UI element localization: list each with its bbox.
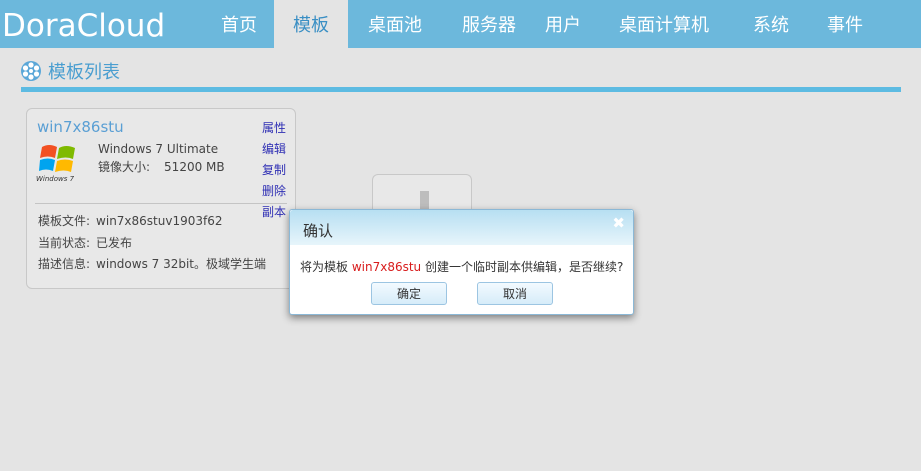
dialog-message-prefix: 将为模板 (300, 260, 352, 274)
template-card: win7x86stu Windows 7 Windows 7 Ultimate … (26, 108, 296, 289)
page-title: 模板列表 (48, 62, 120, 83)
copy-link[interactable]: 复制 (262, 162, 292, 183)
os-name: Windows 7 Ultimate (98, 142, 219, 156)
nav-item-home[interactable]: 首页 (204, 0, 274, 48)
dialog-header: 确认 ✖ (290, 210, 633, 245)
status-value: 已发布 (96, 236, 133, 250)
dialog-message-suffix: 创建一个临时副本供编辑，是否继续? (421, 260, 624, 274)
edit-link[interactable]: 编辑 (262, 141, 292, 162)
properties-link[interactable]: 属性 (262, 120, 292, 141)
template-file-value: win7x86stuv1903f62 (96, 214, 223, 228)
close-icon[interactable]: ✖ (612, 214, 625, 232)
top-nav-bar: DoraCloud 首页 模板 桌面池 服务器 用户 桌面计算机 系统 事件 (0, 0, 921, 48)
description-row: 描述信息: windows 7 32bit。极域学生端 (38, 255, 266, 272)
nav-item-system[interactable]: 系统 (738, 0, 804, 48)
image-size-label: 镜像大小: (98, 160, 151, 174)
image-size: 镜像大小: 51200 MB (98, 158, 225, 175)
dialog-template-name: win7x86stu (351, 260, 422, 274)
ok-button[interactable]: 确定 (371, 282, 447, 305)
template-file-label: 模板文件: (38, 214, 91, 228)
nav-item-desktop-pool[interactable]: 桌面池 (348, 0, 442, 48)
cancel-button[interactable]: 取消 (477, 282, 553, 305)
section-header: 模板列表 (20, 58, 120, 84)
nav-item-desktop-computers[interactable]: 桌面计算机 (590, 0, 738, 48)
description-value: windows 7 32bit。极域学生端 (96, 257, 267, 271)
description-label: 描述信息: (38, 257, 91, 271)
nav-item-servers[interactable]: 服务器 (442, 0, 536, 48)
dialog-message: 将为模板 win7x86stu 创建一个临时副本供编辑，是否继续? (300, 258, 623, 275)
image-size-value: 51200 MB (164, 160, 225, 174)
delete-link[interactable]: 删除 (262, 183, 292, 204)
template-name[interactable]: win7x86stu (37, 118, 124, 136)
dialog-title: 确认 (303, 222, 334, 240)
nav-item-events[interactable]: 事件 (804, 0, 886, 48)
template-file-row: 模板文件: win7x86stuv1903f62 (38, 212, 223, 229)
film-reel-icon (21, 61, 41, 81)
replica-link[interactable]: 副本 (262, 204, 292, 225)
card-divider (35, 203, 287, 204)
windows-logo-caption: Windows 7 (36, 175, 75, 183)
confirm-dialog: 确认 ✖ 将为模板 win7x86stu 创建一个临时副本供编辑，是否继续? 确… (289, 209, 634, 315)
nav-item-users[interactable]: 用户 (536, 0, 590, 48)
template-actions: 属性 编辑 复制 删除 副本 (262, 120, 292, 225)
status-row: 当前状态: 已发布 (38, 234, 132, 251)
status-label: 当前状态: (38, 236, 91, 250)
main-nav: 首页 模板 桌面池 服务器 用户 桌面计算机 系统 事件 (204, 0, 886, 48)
nav-item-templates[interactable]: 模板 (274, 0, 348, 48)
section-divider (21, 87, 901, 92)
app-logo: DoraCloud (2, 8, 166, 44)
